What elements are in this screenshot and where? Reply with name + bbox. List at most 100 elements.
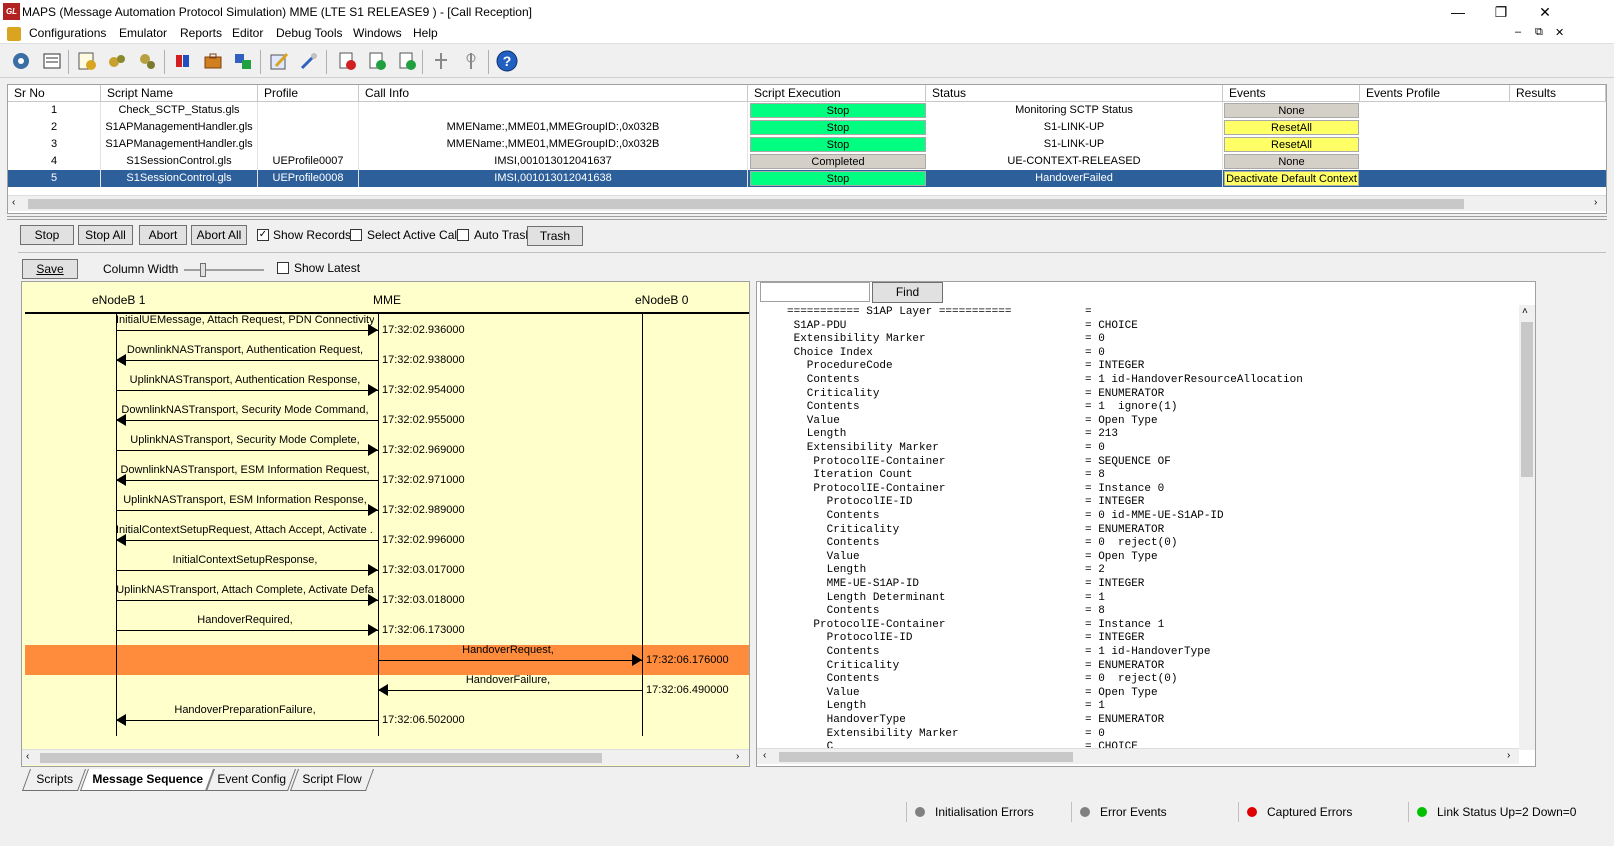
splitter[interactable] (7, 216, 1607, 220)
tools-icon[interactable] (296, 48, 322, 74)
tab-message-sequence[interactable]: Message Sequence (79, 769, 215, 791)
events-button[interactable]: Deactivate Default Context (1224, 171, 1359, 186)
decode-field-name[interactable]: Value (787, 551, 860, 565)
decode-field-name[interactable]: ProtocolIE-ID (787, 496, 913, 510)
decode-field-name[interactable]: Iteration Count (787, 469, 912, 483)
decode-field-name[interactable]: S1AP-PDU (787, 320, 847, 334)
select-active-call-checkbox[interactable] (350, 229, 362, 241)
close-icon[interactable]: ✕ (1530, 2, 1560, 22)
scroll-right-icon[interactable]: › (1507, 750, 1510, 761)
decode-field-name[interactable]: Contents (787, 646, 880, 660)
message-label[interactable]: UplinkNASTransport, Security Mode Comple… (116, 434, 374, 446)
message-label[interactable]: DownlinkNASTransport, Authentication Req… (116, 344, 374, 356)
column-header[interactable]: Status (926, 85, 1223, 102)
menu-editor[interactable]: Editor (232, 26, 263, 40)
decode-field-name[interactable]: Contents (787, 673, 880, 687)
events-button[interactable]: None (1224, 103, 1359, 118)
stop-all-button[interactable]: Stop All (78, 225, 133, 245)
column-header[interactable]: Script Name (101, 85, 258, 102)
decode-field-name[interactable]: Choice Index (787, 347, 873, 361)
message-label[interactable]: InitialUEMessage, Attach Request, PDN Co… (116, 314, 374, 326)
abort-button[interactable]: Abort (139, 225, 187, 245)
minimize-icon[interactable]: — (1443, 2, 1473, 22)
find-button[interactable]: Find (872, 282, 943, 303)
find-input[interactable] (760, 282, 870, 302)
decode-field-name[interactable]: Criticality (787, 388, 880, 402)
network-config-icon[interactable] (230, 48, 256, 74)
decode-field-name[interactable]: =========== S1AP Layer =========== (787, 306, 1011, 320)
decode-field-name[interactable]: ProtocolIE-ID (787, 632, 913, 646)
edit-pencil-icon[interactable] (266, 48, 292, 74)
incoming-call-icon[interactable] (334, 48, 360, 74)
scroll-left-icon[interactable]: ‹ (12, 197, 15, 208)
menu-debug-tools[interactable]: Debug Tools (276, 26, 343, 40)
menu-reports[interactable]: Reports (180, 26, 222, 40)
decode-field-name[interactable]: ProtocolIE-Container (787, 619, 945, 633)
signal-icon[interactable] (428, 48, 454, 74)
save-button[interactable]: Save (22, 259, 78, 279)
column-header[interactable]: Profile (258, 85, 359, 102)
column-header[interactable]: Events Profile (1360, 85, 1510, 102)
decode-field-name[interactable]: Value (787, 415, 840, 429)
column-header[interactable]: Results (1510, 85, 1606, 102)
tab-event-config[interactable]: Event Config (205, 769, 297, 791)
decode-field-name[interactable]: ProcedureCode (787, 360, 893, 374)
decode-field-name[interactable]: Length (787, 700, 867, 714)
events-button[interactable]: None (1224, 154, 1359, 169)
message-label[interactable]: HandoverRequired, (116, 614, 374, 626)
scroll-left-icon[interactable]: ‹ (26, 751, 29, 762)
briefcase-icon[interactable] (200, 48, 226, 74)
call-placement-icon[interactable] (394, 48, 420, 74)
decode-field-name[interactable]: Contents (787, 537, 880, 551)
stop-button[interactable]: Stop (20, 225, 74, 245)
decode-field-name[interactable]: Contents (787, 401, 860, 415)
decode-horizontal-scrollbar[interactable]: ‹ › (757, 748, 1519, 764)
grid-horizontal-scrollbar[interactable]: ‹ › (8, 195, 1606, 211)
abort-all-button[interactable]: Abort All (191, 225, 247, 245)
message-label[interactable]: HandoverPreparationFailure, (116, 704, 374, 716)
restore-icon[interactable]: ❐ (1486, 2, 1516, 22)
mdi-close-icon[interactable]: ✕ (1555, 26, 1564, 39)
decode-field-name[interactable]: Contents (787, 605, 880, 619)
message-label[interactable]: InitialContextSetupRequest, Attach Accep… (116, 524, 374, 536)
decode-field-name[interactable]: Extensibility Marker (787, 333, 926, 347)
decode-field-name[interactable]: ProtocolIE-Container (787, 456, 945, 470)
profile-edit-icon[interactable] (74, 48, 100, 74)
message-label[interactable]: UplinkNASTransport, ESM Information Resp… (116, 494, 374, 506)
column-header[interactable]: Script Execution (748, 85, 926, 102)
gear-group-icon[interactable] (134, 48, 160, 74)
scroll-thumb[interactable] (40, 753, 602, 763)
scroll-thumb[interactable] (1521, 322, 1533, 477)
antenna-icon[interactable] (458, 48, 484, 74)
decode-field-name[interactable]: Length (787, 428, 847, 442)
table-row[interactable]: 2 S1APManagementHandler.gls MMEName:,MME… (8, 119, 1606, 136)
menu-configurations[interactable]: Configurations (29, 26, 106, 40)
tab-script-flow[interactable]: Script Flow (289, 769, 375, 791)
menu-help[interactable]: Help (413, 26, 438, 40)
scroll-up-icon[interactable]: ˄ (1522, 306, 1528, 317)
status-initialisation-errors[interactable]: Initialisation Errors (906, 802, 1069, 822)
menu-emulator[interactable]: Emulator (119, 26, 167, 40)
message-label[interactable]: UplinkNASTransport, Authentication Respo… (116, 374, 374, 386)
decode-field-name[interactable]: Contents (787, 510, 880, 524)
scroll-left-icon[interactable]: ‹ (763, 750, 766, 761)
decode-field-name[interactable]: Extensibility Marker (787, 442, 939, 456)
script-editor-icon[interactable] (39, 48, 65, 74)
decode-field-name[interactable]: Criticality (787, 660, 900, 674)
scroll-thumb[interactable] (779, 752, 1073, 762)
message-label[interactable]: InitialContextSetupResponse, (116, 554, 374, 566)
table-row-selected[interactable]: 5 S1SessionControl.gls UEProfile0008 IMS… (8, 170, 1606, 187)
decode-field-name[interactable]: Extensibility Marker (787, 728, 959, 742)
scroll-right-icon[interactable]: › (736, 751, 739, 762)
decode-field-name[interactable]: HandoverType (787, 714, 906, 728)
scroll-right-icon[interactable]: › (1594, 197, 1597, 208)
script-execution-button[interactable]: Stop (750, 103, 926, 118)
message-label[interactable]: UplinkNASTransport, Attach Complete, Act… (116, 584, 374, 596)
show-latest-checkbox[interactable] (277, 262, 289, 274)
message-label[interactable]: DownlinkNASTransport, Security Mode Comm… (116, 404, 374, 416)
table-row[interactable]: 4 S1SessionControl.gls UEProfile0007 IMS… (8, 153, 1606, 170)
help-icon[interactable]: ? (494, 48, 520, 74)
mdi-restore-icon[interactable]: ⧉ (1535, 26, 1543, 39)
message-label[interactable]: HandoverRequest, (378, 644, 638, 656)
table-row[interactable]: 1 Check_SCTP_Status.gls Stop Monitoring … (8, 102, 1606, 119)
